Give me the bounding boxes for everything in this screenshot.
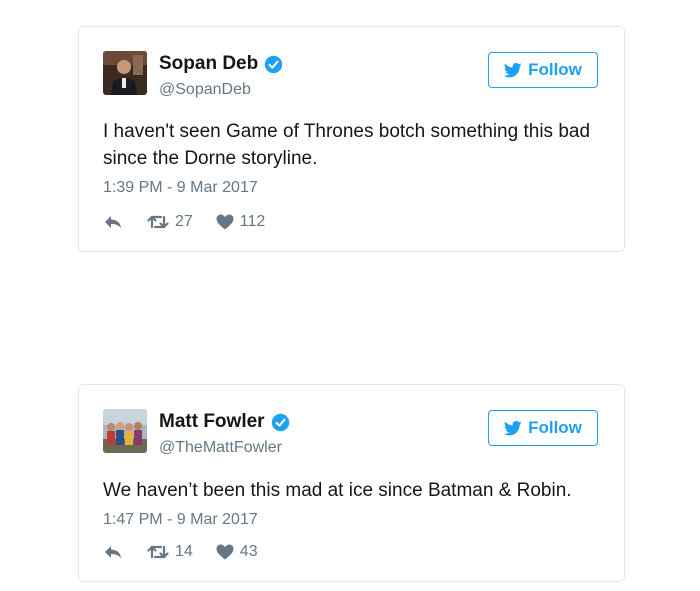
author-handle[interactable]: @SopanDeb xyxy=(159,81,251,99)
reply-icon xyxy=(105,216,121,228)
tweet-text: We haven’t been this mad at ice since Ba… xyxy=(103,480,572,501)
follow-button[interactable]: Follow xyxy=(488,52,598,88)
like-button[interactable]: 43 xyxy=(216,543,258,561)
tweet-card: Sopan Deb @SopanDeb Follow I haven't see… xyxy=(78,26,625,252)
tweet-text: I haven't seen Game of Thrones botch som… xyxy=(103,121,591,169)
reply-button[interactable] xyxy=(103,544,123,560)
tweet-actions: 14 43 xyxy=(103,543,258,561)
retweet-count: 27 xyxy=(175,213,193,230)
author-name[interactable]: Sopan Deb xyxy=(159,53,283,75)
retweet-count: 14 xyxy=(175,543,193,560)
tweet-card: Matt Fowler @TheMattFowler Follow We hav… xyxy=(78,384,625,582)
verified-badge-icon xyxy=(271,413,290,432)
like-count: 112 xyxy=(239,213,266,230)
retweet-icon xyxy=(147,215,169,229)
author-name-label: Sopan Deb xyxy=(159,53,259,74)
follow-label: Follow xyxy=(528,418,582,437)
follow-label: Follow xyxy=(528,60,582,79)
reply-icon xyxy=(105,546,121,558)
like-button[interactable]: 112 xyxy=(216,213,266,231)
tweet-timestamp[interactable]: 1:39 PM - 9 Mar 2017 xyxy=(103,179,258,197)
avatar[interactable] xyxy=(103,409,147,453)
follow-button[interactable]: Follow xyxy=(488,410,598,446)
avatar[interactable] xyxy=(103,51,147,95)
verified-badge-icon xyxy=(264,55,283,74)
reply-button[interactable] xyxy=(103,214,123,230)
heart-icon xyxy=(216,214,234,230)
tweet-timestamp[interactable]: 1:47 PM - 9 Mar 2017 xyxy=(103,511,258,529)
retweet-icon xyxy=(147,545,169,559)
retweet-button[interactable]: 14 xyxy=(147,543,193,561)
like-count: 43 xyxy=(239,543,258,560)
tweet-actions: 27 112 xyxy=(103,213,265,231)
retweet-button[interactable]: 27 xyxy=(147,213,193,231)
twitter-bird-icon xyxy=(504,420,522,435)
heart-icon xyxy=(216,544,234,560)
author-handle[interactable]: @TheMattFowler xyxy=(159,439,282,457)
author-name[interactable]: Matt Fowler xyxy=(159,411,290,433)
author-name-label: Matt Fowler xyxy=(159,411,265,432)
twitter-bird-icon xyxy=(504,62,522,77)
